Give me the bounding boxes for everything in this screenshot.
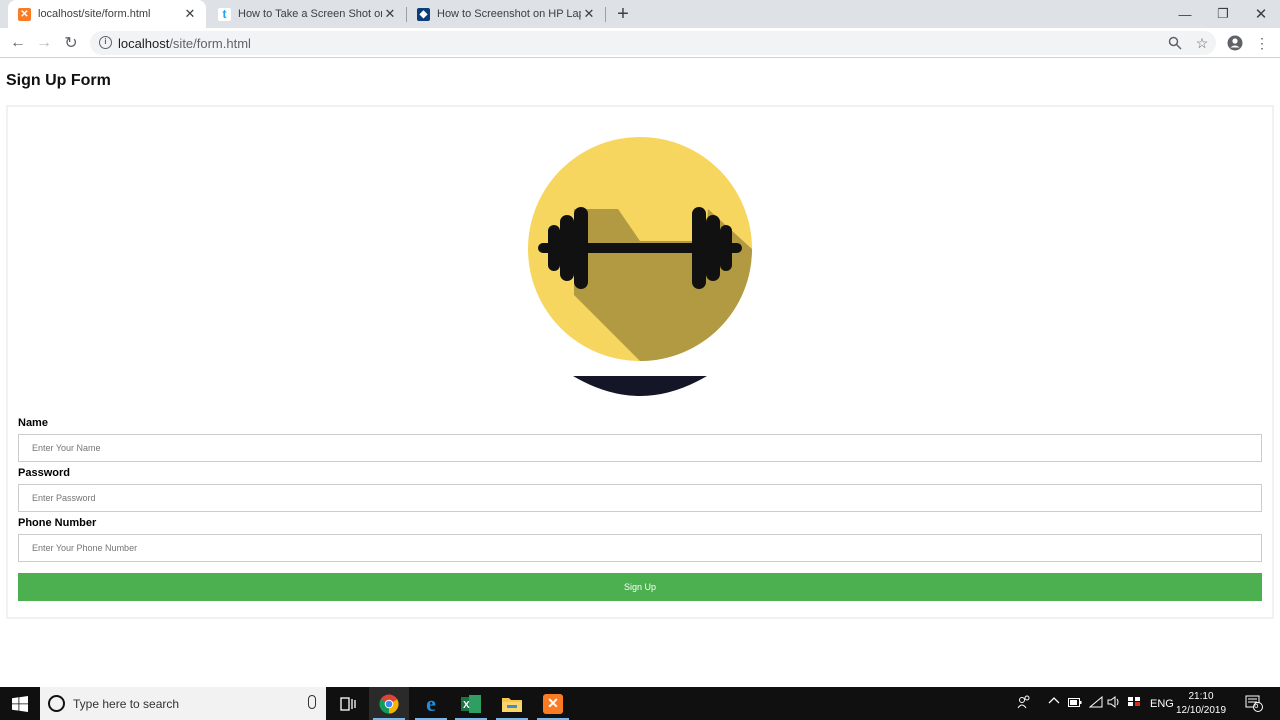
xampp-favicon-icon: ✕: [18, 7, 31, 21]
xampp-taskbar-icon[interactable]: ✕: [533, 687, 573, 720]
close-tab-icon[interactable]: ✕: [382, 6, 398, 22]
browser-toolbar: ← → ↻ i localhost/site/form.html ☆ ⋮: [0, 28, 1280, 58]
clock-time: 21:10: [1188, 691, 1214, 702]
back-icon[interactable]: ←: [6, 31, 30, 55]
tab-title: How to Take a Screen Shot on a W: [238, 8, 382, 20]
url-path: /site/form.html: [169, 36, 251, 51]
address-bar[interactable]: i localhost/site/form.html ☆: [90, 31, 1216, 55]
action-center-icon[interactable]: 6: [1245, 694, 1263, 715]
site-info-icon[interactable]: i: [99, 36, 112, 49]
dumbbell-avatar-icon: [528, 137, 752, 361]
browser-tabstrip: ✕ localhost/site/form.html ✕ t How to Ta…: [0, 0, 1280, 28]
browser-tab-1[interactable]: ✕ localhost/site/form.html ✕: [8, 0, 206, 28]
taskbar-search-box[interactable]: Type here to search: [40, 687, 326, 720]
phone-label: Phone Number: [18, 517, 97, 529]
restore-icon[interactable]: ❐: [1204, 0, 1242, 28]
sign-up-button[interactable]: Sign Up: [18, 573, 1262, 601]
windows-taskbar: Type here to search e X ✕ ENG 21:10 12/1…: [0, 687, 1280, 720]
excel-taskbar-icon[interactable]: X: [451, 687, 491, 720]
page-title: Sign Up Form: [6, 72, 111, 89]
browser-tab-2[interactable]: t How to Take a Screen Shot on a W ✕: [208, 0, 406, 28]
microphone-icon[interactable]: [308, 695, 316, 709]
zoom-icon[interactable]: [1167, 35, 1183, 51]
new-tab-button[interactable]: +: [613, 4, 633, 24]
menu-kebab-icon[interactable]: ⋮: [1254, 35, 1270, 51]
chrome-taskbar-icon[interactable]: [369, 687, 409, 720]
chevron-up-icon[interactable]: [1048, 695, 1060, 710]
search-placeholder: Type here to search: [73, 697, 180, 711]
password-label: Password: [18, 467, 70, 479]
name-input[interactable]: [18, 434, 1262, 462]
browser-tab-3[interactable]: ◆ How to Screenshot on HP Laptop ✕: [407, 0, 605, 28]
forward-icon[interactable]: →: [32, 31, 56, 55]
site-favicon-icon: ◆: [417, 7, 430, 21]
svg-text:X: X: [463, 700, 470, 711]
close-tab-icon[interactable]: ✕: [581, 6, 597, 22]
tab-divider: [605, 7, 606, 22]
edge-taskbar-icon[interactable]: e: [411, 687, 451, 720]
profile-avatar-icon[interactable]: [1227, 35, 1243, 51]
minimize-icon[interactable]: —: [1166, 0, 1204, 28]
wifi-icon[interactable]: [1088, 695, 1103, 711]
dropbox-icon[interactable]: [1127, 696, 1141, 711]
name-label: Name: [18, 417, 48, 429]
url-host: localhost: [118, 36, 170, 51]
close-window-icon[interactable]: ✕: [1242, 0, 1280, 28]
phone-input[interactable]: [18, 534, 1262, 562]
password-input[interactable]: [18, 484, 1262, 512]
cortana-icon: [48, 695, 65, 712]
url-text[interactable]: localhost/site/form.html: [118, 36, 251, 51]
reload-icon[interactable]: ↻: [59, 31, 83, 55]
tab-title: How to Screenshot on HP Laptop: [437, 8, 581, 20]
avatar-base-shape: [573, 376, 707, 396]
bookmark-star-icon[interactable]: ☆: [1194, 35, 1210, 51]
close-tab-icon[interactable]: ✕: [182, 6, 198, 22]
clock-date: 12/10/2019: [1176, 705, 1227, 716]
notification-count: 6: [1254, 701, 1259, 710]
file-explorer-icon[interactable]: [492, 687, 532, 720]
language-indicator[interactable]: ENG: [1150, 698, 1174, 710]
task-view-icon[interactable]: [328, 687, 368, 720]
tumblr-favicon-icon: t: [218, 7, 231, 21]
volume-icon[interactable]: [1107, 696, 1121, 711]
people-icon[interactable]: [1017, 695, 1031, 712]
tab-title: localhost/site/form.html: [38, 8, 151, 20]
taskbar-clock[interactable]: 21:10 12/10/2019: [1176, 690, 1226, 718]
battery-icon[interactable]: [1068, 698, 1082, 710]
windows-start-icon[interactable]: [0, 687, 40, 720]
